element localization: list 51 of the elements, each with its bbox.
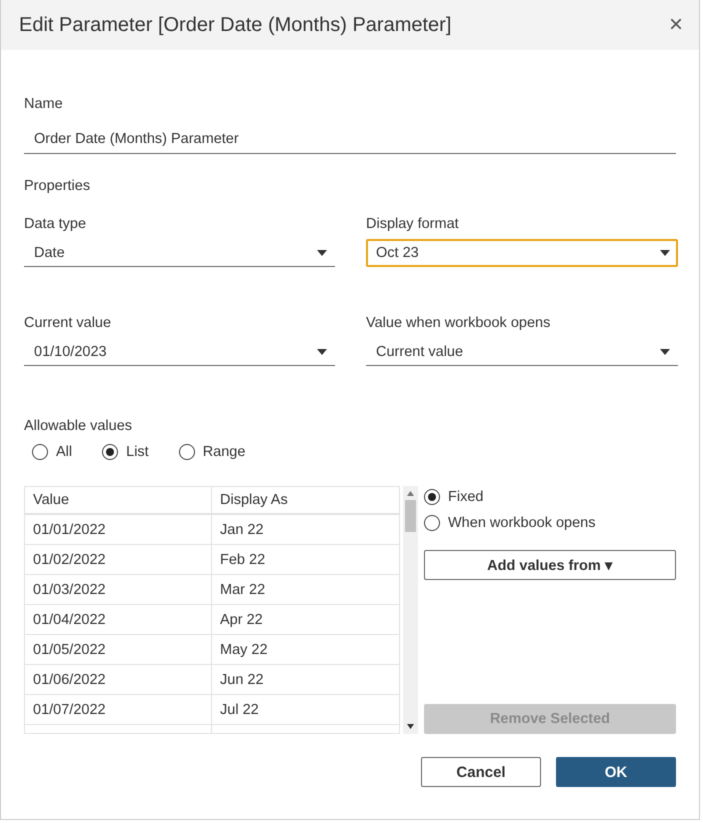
- table-cell: 01/02/2022: [25, 545, 212, 574]
- table-cell-text: Jul 22: [219, 700, 260, 720]
- table-cell-text: Apr 22: [219, 610, 264, 630]
- caret-icon: [660, 348, 670, 354]
- dropdown[interactable]: 01/10/2023: [24, 338, 335, 366]
- table-cell: 01/07/2022: [25, 695, 212, 724]
- scroll-up-icon[interactable]: [407, 491, 414, 496]
- table-cell-text: Jan 22: [219, 520, 265, 540]
- table-cell: 01/05/2022: [25, 635, 212, 664]
- radio-label: All: [56, 444, 72, 460]
- window-title: Edit Parameter [Order Date (Months) Parameter]: [19, 14, 452, 36]
- table-cell-text: Feb 22: [219, 550, 266, 570]
- radio-option[interactable]: When workbook opens: [424, 514, 676, 532]
- caret-icon: [317, 348, 327, 354]
- name-field[interactable]: Order Date (Months) Parameter: [24, 131, 676, 154]
- table-cell: 01/01/2022: [25, 515, 212, 544]
- table-cell: 01/04/2022: [25, 605, 212, 634]
- field-label: Value when workbook opens: [366, 315, 552, 331]
- radio-option[interactable]: All: [32, 444, 72, 460]
- properties-heading: Properties: [24, 178, 92, 194]
- field-label: Current value: [24, 315, 112, 331]
- caret-icon: [317, 250, 327, 256]
- close-button[interactable]: ×: [664, 13, 687, 37]
- field-label: Display format: [366, 216, 460, 232]
- column-header: Display As: [219, 491, 289, 510]
- radio-option[interactable]: List: [102, 444, 149, 460]
- radio-label: Range: [202, 444, 246, 460]
- radio-option[interactable]: Range: [178, 444, 246, 460]
- caret-icon: [660, 250, 670, 256]
- table-cell-text: May 22: [219, 640, 269, 660]
- add-values-button[interactable]: Add values from ▾: [424, 550, 676, 580]
- cancel-button[interactable]: Cancel: [421, 757, 541, 787]
- dropdown[interactable]: Current value: [366, 338, 678, 366]
- radio-label: List: [126, 444, 149, 460]
- radio-option[interactable]: Fixed: [424, 488, 676, 506]
- name-label: Name: [24, 96, 64, 112]
- scroll-thumb[interactable]: [405, 500, 416, 532]
- dropdown[interactable]: Oct 23: [366, 239, 678, 267]
- scrollbar[interactable]: [403, 486, 418, 734]
- allowable-values-label: Allowable values: [24, 418, 134, 434]
- dropdown[interactable]: Date: [24, 239, 335, 267]
- table-cell: 01/06/2022: [25, 665, 212, 694]
- table-cell-text: Mar 22: [219, 580, 266, 600]
- column-header: Value: [25, 487, 212, 513]
- scroll-down-icon[interactable]: [407, 724, 414, 729]
- radio-label: When workbook opens: [448, 515, 596, 531]
- table-cell: 01/03/2022: [25, 575, 212, 604]
- table-cell-text: Jun 22: [219, 670, 265, 690]
- ok-button[interactable]: OK: [556, 757, 676, 787]
- field-label: Data type: [24, 216, 88, 232]
- radio-label: Fixed: [448, 489, 484, 505]
